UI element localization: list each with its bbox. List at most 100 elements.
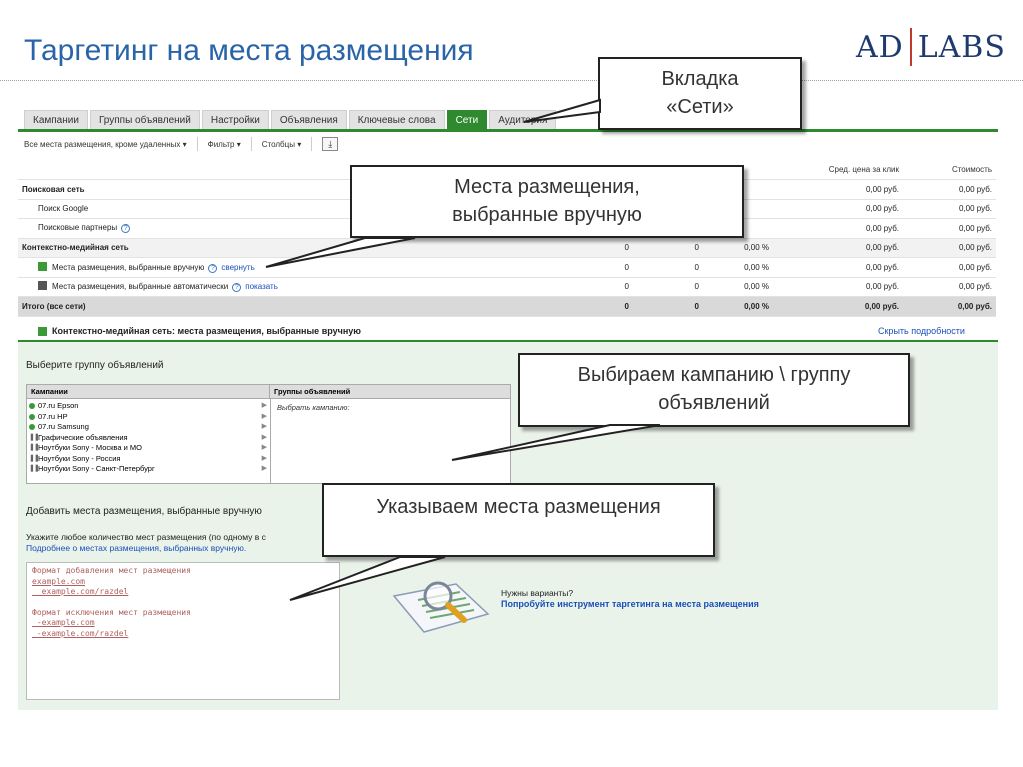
- cell-avg-cpc: 0,00 руб.: [773, 257, 903, 278]
- row-name-cell: Места размещения, выбранные автоматическ…: [18, 277, 553, 297]
- placements-textarea[interactable]: Формат добавления мест размещения exampl…: [26, 562, 340, 700]
- active-dot-icon: [29, 413, 35, 420]
- placement-filter-label: Все места размещения, кроме удаленных: [24, 139, 181, 149]
- status-square-icon: [38, 281, 47, 291]
- row-name-cell: Места размещения, выбранные вручную? свер…: [18, 257, 553, 278]
- col-cost[interactable]: Стоимость: [903, 160, 996, 180]
- adgroup-placeholder: Выбрать кампанию:: [277, 403, 350, 412]
- show-link[interactable]: показать: [245, 282, 278, 291]
- chevron-right-icon: ▶: [261, 423, 267, 430]
- col-avg-cpc[interactable]: Сред. цена за клик: [773, 160, 903, 180]
- tab-settings[interactable]: Настройки: [201, 110, 269, 130]
- hide-details-link[interactable]: Скрыть подробности: [878, 326, 965, 336]
- list-item[interactable]: ❚❚ Ноутбуки Sony - Москва и МО ▶: [29, 443, 267, 454]
- cell-avg-cpc: 0,00 руб.: [773, 218, 903, 239]
- section-title: Контекстно-медийная сеть: места размещен…: [38, 326, 361, 336]
- cell-avg-cpc: 0,00 руб.: [773, 238, 903, 258]
- list-item[interactable]: 07.ru Samsung ▶: [29, 422, 267, 433]
- list-item[interactable]: 07.ru HP ▶: [29, 412, 267, 423]
- choose-adgroup-label: Выберите группу объявлений: [26, 360, 164, 371]
- cell-cost: 0,00 руб.: [903, 257, 996, 278]
- cell-cost: 0,00 руб.: [903, 218, 996, 239]
- toolbar: Все места размещения, кроме удаленных ▾ …: [24, 134, 339, 154]
- list-item[interactable]: ❚❚ Графические объявления ▶: [29, 433, 267, 444]
- chevron-down-icon: ▾: [236, 139, 241, 149]
- list-item[interactable]: ❚❚ Ноутбуки Sony - Россия ▶: [29, 454, 267, 465]
- add-placements-label: Добавить места размещения, выбранные вру…: [26, 506, 262, 517]
- callout-enter-placements: Указываем места размещения: [322, 483, 715, 557]
- row-name: Поисковые партнеры: [38, 223, 118, 233]
- tab-keywords[interactable]: Ключевые слова: [348, 110, 445, 130]
- chevron-down-icon: ▾: [297, 139, 302, 149]
- column-divider: [270, 399, 271, 483]
- pause-icon: ❚❚: [29, 433, 40, 441]
- cell-avg-cpc: 0,00 руб.: [773, 199, 903, 219]
- logo-divider: [909, 28, 912, 66]
- placement-tool-magnifier-icon: [392, 581, 490, 633]
- placement-tool-link[interactable]: Попробуйте инструмент таргетинга на мест…: [501, 599, 759, 609]
- logo-text-right: LABS: [917, 29, 1006, 65]
- tab-audience[interactable]: Аудитория: [489, 110, 557, 130]
- row-name: Итого (все сети): [18, 296, 553, 317]
- chevron-right-icon: ▶: [261, 465, 267, 472]
- tab-campaigns[interactable]: Кампании: [24, 110, 88, 130]
- row-name: Контекстно-медийная сеть: [18, 238, 553, 258]
- tab-networks[interactable]: Сети: [446, 110, 488, 130]
- pause-icon: ❚❚: [29, 465, 40, 472]
- cell-avg-cpc: 0,00 руб.: [773, 296, 903, 317]
- chevron-right-icon: ▶: [261, 433, 267, 441]
- list-item[interactable]: 07.ru Epson ▶: [29, 401, 267, 412]
- download-icon: ⤓: [328, 139, 333, 149]
- adlabs-logo: AD LABS: [856, 28, 1006, 66]
- row-name: Места размещения, выбранные автоматическ…: [52, 282, 229, 292]
- slide: Таргетинг на места размещения AD LABS Ка…: [0, 0, 1023, 767]
- filter-label: Фильтр: [207, 139, 235, 149]
- logo-text-left: AD: [856, 29, 904, 65]
- slide-title: Таргетинг на места размещения: [24, 34, 474, 67]
- pause-icon: ❚❚: [29, 454, 40, 462]
- table-total-row: Итого (все сети) 0 0 0,00 % 0,00 руб. 0,…: [18, 296, 996, 317]
- toolbar-separator: [311, 137, 313, 151]
- cell-cost: 0,00 руб.: [903, 277, 996, 297]
- cell-cost: 0,00 руб.: [903, 296, 996, 317]
- active-dot-icon: [29, 403, 35, 410]
- table-row: Контекстно-медийная сеть 0 0 0,00 % 0,00…: [18, 238, 996, 258]
- list-item[interactable]: ❚❚ Ноутбуки Sony - Санкт-Петербург ▶: [29, 464, 267, 475]
- pause-icon: ❚❚: [29, 444, 40, 451]
- adgroups-header: Группы объявлений: [270, 385, 510, 399]
- callout-select-campaign: Выбираем кампанию \ группу объявлений: [518, 353, 910, 427]
- title-divider: [0, 80, 1023, 81]
- cell-avg-cpc: 0,00 руб.: [773, 179, 903, 200]
- section-title-text: Контекстно-медийная сеть: места размещен…: [52, 326, 361, 336]
- row-name: Места размещения, выбранные вручную: [52, 262, 205, 272]
- tab-bar: Кампании Группы объявлений Настройки Объ…: [24, 110, 557, 130]
- callout-networks-tab: Вкладка «Сети»: [598, 57, 802, 130]
- collapse-link[interactable]: свернуть: [221, 263, 254, 272]
- chevron-right-icon: ▶: [261, 412, 267, 420]
- tab-ad-groups[interactable]: Группы объявлений: [89, 110, 200, 130]
- columns-label: Столбцы: [261, 139, 295, 149]
- chevron-right-icon: ▶: [261, 454, 267, 462]
- placement-filter-dropdown[interactable]: Все места размещения, кроме удаленных ▾: [24, 140, 187, 149]
- columns-dropdown[interactable]: Столбцы ▾: [262, 140, 301, 149]
- help-icon[interactable]: ?: [232, 283, 242, 293]
- filter-dropdown[interactable]: Фильтр ▾: [208, 140, 241, 149]
- campaign-list: 07.ru Epson ▶ 07.ru HP ▶ 07.ru Samsung ▶ ❚❚…: [29, 401, 267, 475]
- table-row: Места размещения, выбранные автоматическ…: [18, 277, 996, 297]
- status-square-icon: [38, 261, 47, 271]
- callout-manual-placements: Места размещения, выбранные вручную: [350, 165, 744, 238]
- tab-ads[interactable]: Объявления: [270, 110, 347, 130]
- toolbar-separator: [196, 137, 198, 151]
- download-button[interactable]: ⤓: [322, 137, 339, 151]
- chevron-down-icon: ▾: [182, 139, 187, 149]
- campaign-selector: Кампании Группы объявлений 07.ru Epson ▶ …: [26, 384, 511, 484]
- help-icon[interactable]: ?: [121, 224, 131, 234]
- status-square-icon: [38, 326, 47, 336]
- cell-cost: 0,00 руб.: [903, 238, 996, 258]
- active-dot-icon: [29, 424, 35, 431]
- help-icon[interactable]: ?: [208, 263, 218, 273]
- cell-avg-cpc: 0,00 руб.: [773, 277, 903, 297]
- table-row: Места размещения, выбранные вручную? свер…: [18, 257, 996, 278]
- learn-more-link[interactable]: Подробнее о местах размещения, выбранных…: [26, 543, 246, 553]
- need-ideas-label: Нужны варианты?: [501, 588, 574, 598]
